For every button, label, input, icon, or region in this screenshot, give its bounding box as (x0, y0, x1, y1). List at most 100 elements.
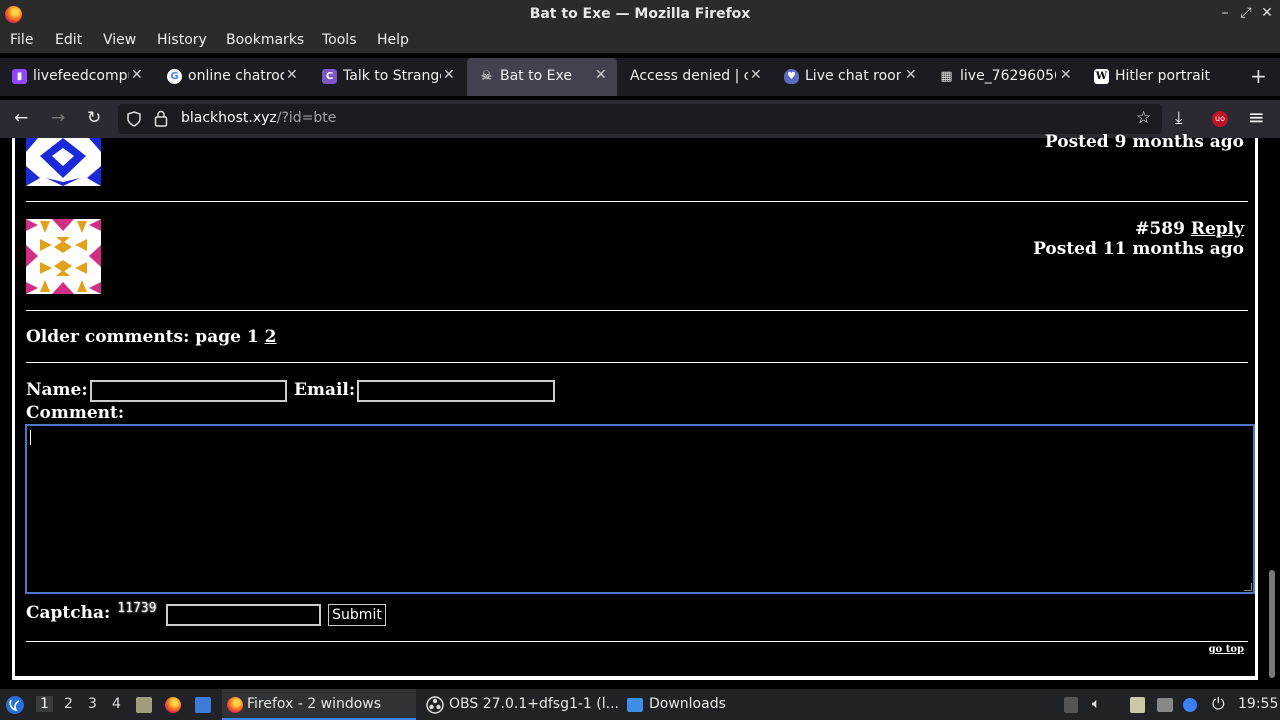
captcha-image: 11739 (111, 598, 163, 620)
start-menu-icon[interactable] (5, 695, 25, 715)
url-path: /?id=bte (276, 110, 337, 126)
help-tray-icon[interactable] (1183, 698, 1197, 712)
back-button[interactable]: ← (14, 108, 28, 128)
downloads-icon[interactable]: ⤓ (1175, 108, 1183, 128)
tab-bar: ▮ livefeedcompu ✕ G online chatroo ✕ C T… (0, 58, 1280, 96)
close-window-button[interactable]: ✕ (1258, 5, 1276, 21)
reply-link[interactable]: Reply (1191, 219, 1244, 239)
submit-button[interactable]: Submit (328, 604, 386, 626)
new-tab-button[interactable]: + (1250, 64, 1267, 88)
twitch-icon: ▮ (12, 69, 27, 84)
bookmark-star-icon[interactable]: ☆ (1136, 108, 1151, 128)
tab-label: Bat to Exe (500, 68, 572, 84)
resize-handle[interactable] (1244, 583, 1252, 591)
tab-label: live_76296056 (960, 68, 1056, 84)
window-titlebar: Bat to Exe — Mozilla Firefox – ⤢ ✕ (0, 0, 1280, 29)
older-comments-pagination: Older comments: page 1 2 (26, 327, 276, 347)
page-scrollbar[interactable] (1264, 138, 1280, 682)
ublock-origin-icon[interactable]: uo (1212, 111, 1228, 127)
tab-close-button[interactable]: ✕ (750, 67, 762, 83)
workspace-1[interactable]: 1 (36, 696, 53, 712)
menu-edit[interactable]: Edit (55, 32, 82, 48)
clipboard-tray-icon[interactable] (1064, 697, 1078, 713)
comment-header: #589 Reply (1135, 219, 1244, 239)
volume-icon[interactable]: 🔈︎ (1092, 696, 1100, 712)
minimize-button[interactable]: – (1216, 5, 1234, 21)
comment-avatar-identicon (26, 138, 101, 186)
comment-avatar-identicon (26, 219, 101, 294)
tab-close-button[interactable]: ✕ (131, 67, 143, 83)
tab-close-button[interactable]: ✕ (905, 67, 917, 83)
app-menu-icon[interactable]: ≡ (1248, 105, 1265, 129)
page-2-link[interactable]: 2 (265, 327, 277, 347)
tab-live-76296056[interactable]: ▦ live_76296056 ✕ (927, 58, 1082, 96)
firefox-launcher-icon[interactable] (165, 697, 181, 713)
scrollbar-thumb[interactable] (1269, 570, 1275, 678)
menu-history[interactable]: History (157, 32, 207, 48)
tab-bat-to-exe[interactable]: ☠ Bat to Exe ✕ (467, 58, 617, 96)
comment-number: #589 (1135, 219, 1185, 239)
system-taskbar: 1 2 3 4 Firefox - 2 windows OBS 27.0.1+d… (0, 689, 1280, 720)
tab-label: Access denied | cl (630, 68, 748, 84)
tab-label: livefeedcompu (33, 68, 129, 84)
divider (26, 641, 1248, 642)
tab-close-button[interactable]: ✕ (286, 67, 298, 83)
taskbar-obs[interactable]: OBS 27.0.1+dfsg1-1 (l... (449, 696, 619, 712)
tab-label: Hitler portrait (1115, 68, 1211, 84)
tab-close-button[interactable]: ✕ (1060, 67, 1072, 83)
captcha-input[interactable] (166, 604, 321, 626)
menu-bookmarks[interactable]: Bookmarks (226, 32, 304, 48)
text-caret (30, 430, 31, 445)
tab-online-chatroom[interactable]: G online chatroo ✕ (155, 58, 310, 96)
forward-button[interactable]: → (51, 108, 65, 128)
lock-icon[interactable] (154, 110, 168, 127)
url-host: blackhost.xyz (181, 110, 277, 126)
menu-bar: File Edit View History Bookmarks Tools H… (0, 29, 1280, 53)
divider (26, 362, 1248, 363)
tab-hitler-portrait[interactable]: W Hitler portrait (1082, 58, 1237, 96)
reload-button[interactable]: ↻ (87, 108, 101, 128)
comment-textarea[interactable] (25, 424, 1255, 594)
taskbar-downloads[interactable]: Downloads (649, 696, 726, 712)
obs-icon (426, 696, 444, 714)
grid-icon: ▦ (940, 69, 953, 84)
menu-tools[interactable]: Tools (322, 32, 357, 48)
tab-live-chat-room[interactable]: ♥ Live chat room ✕ (772, 58, 927, 96)
shield-icon[interactable] (126, 111, 142, 127)
clock: 19:55 (1238, 696, 1279, 712)
workspace-2[interactable]: 2 (64, 696, 73, 712)
tab-livefeedcompu[interactable]: ▮ livefeedcompu ✕ (0, 58, 155, 96)
comment-posted-time: Posted 11 months ago (1033, 239, 1244, 259)
tab-close-button[interactable]: ✕ (595, 67, 607, 83)
name-input[interactable] (90, 380, 287, 402)
email-input[interactable] (357, 380, 555, 402)
comment-label: Comment: (26, 403, 125, 423)
google-icon: G (167, 69, 182, 84)
shield-chat-icon: ♥ (784, 69, 799, 84)
display-tray-icon[interactable] (1157, 698, 1173, 712)
older-comments-label: Older comments: page 1 (26, 327, 259, 347)
tab-talk-to-strangers[interactable]: C Talk to Strange ✕ (310, 58, 467, 96)
go-top-link[interactable]: go top (1209, 644, 1244, 655)
divider (26, 201, 1248, 202)
menu-help[interactable]: Help (377, 32, 409, 48)
notes-tray-icon[interactable] (1130, 697, 1145, 713)
workspace-3[interactable]: 3 (88, 696, 97, 712)
tab-close-button[interactable]: ✕ (443, 67, 455, 83)
url-text[interactable]: blackhost.xyz/?id=bte (181, 110, 336, 126)
desktop-launcher-icon[interactable] (195, 697, 211, 713)
taskbar-firefox[interactable]: Firefox - 2 windows (247, 696, 381, 712)
folder-icon (627, 698, 643, 712)
comment-posted-time: Posted 9 months ago (1044, 132, 1244, 152)
menu-file[interactable]: File (10, 32, 33, 48)
file-manager-launcher-icon[interactable] (136, 697, 152, 713)
power-tray-icon[interactable]: ⏻ (1212, 694, 1225, 714)
tab-label: Talk to Strange (343, 68, 441, 84)
tab-access-denied[interactable]: Access denied | cl ✕ (617, 58, 772, 96)
workspace-4[interactable]: 4 (112, 696, 121, 712)
firefox-icon (227, 697, 243, 713)
maximize-button[interactable]: ⤢ (1237, 5, 1255, 21)
menu-view[interactable]: View (103, 32, 136, 48)
url-bar[interactable]: blackhost.xyz/?id=bte (118, 104, 1162, 134)
email-label: Email: (294, 380, 356, 400)
